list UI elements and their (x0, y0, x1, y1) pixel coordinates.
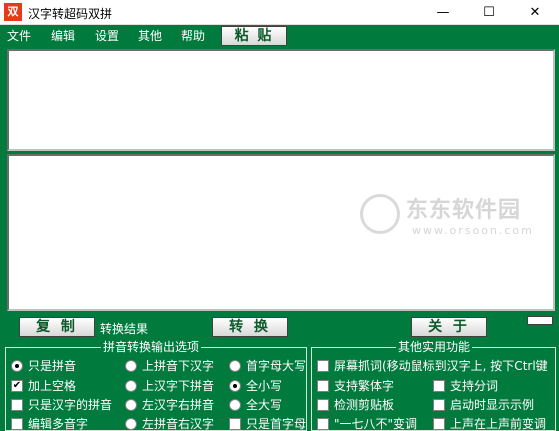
convert-button[interactable]: 转 换 (212, 317, 288, 337)
radio-icon[interactable] (229, 399, 241, 411)
checkbox-icon[interactable] (317, 399, 329, 411)
radio-icon[interactable] (229, 380, 241, 392)
watermark-text: 东东软件园 (406, 198, 522, 223)
input-textarea[interactable] (7, 49, 555, 151)
about-button[interactable]: 关 于 (411, 317, 487, 337)
result-label: 转换结果 (100, 322, 149, 336)
output-options-group: 拼音转换输出选项 只是拼音 ✔ 加上空格 只是汉字的拼音 编辑多音字 上拼音下汉… (5, 340, 307, 431)
radio-icon[interactable] (11, 360, 23, 372)
radio-icon[interactable] (229, 360, 241, 372)
resize-handle[interactable] (527, 316, 553, 325)
checkbox-icon[interactable] (317, 380, 329, 392)
checkbox-icon[interactable] (11, 399, 23, 411)
checkbox-icon[interactable] (317, 418, 329, 430)
maximize-button[interactable]: ☐ (466, 0, 512, 25)
main-panel: 文件 编辑 设置 其他 帮助 粘 贴 东东软件园 www.orsoon.com … (0, 25, 559, 431)
checkbox-icon[interactable] (317, 360, 329, 372)
utility-group: 其他实用功能 屏幕抓词(移动鼠标到汉字上, 按下Ctrl键 支持繁体字 支持分词… (311, 340, 556, 431)
watermark: 东东软件园 www.orsoon.com (360, 190, 550, 260)
checkbox-icon[interactable] (433, 399, 445, 411)
radio-icon[interactable] (125, 418, 137, 430)
option-screen-capture[interactable]: 屏幕抓词(移动鼠标到汉字上, 按下Ctrl键 (317, 358, 555, 374)
checkbox-icon[interactable] (11, 418, 23, 430)
minimize-button[interactable]: — (420, 0, 466, 25)
radio-icon[interactable] (125, 360, 137, 372)
utility-legend: 其他实用功能 (396, 340, 473, 354)
checkbox-icon[interactable] (433, 380, 445, 392)
menu-settings[interactable]: 设置 (95, 27, 119, 44)
title-bar: 双 汉字转超码双拼 — ☐ ✕ (0, 0, 559, 25)
menu-help[interactable]: 帮助 (181, 27, 205, 44)
radio-icon[interactable] (125, 380, 137, 392)
checkbox-icon[interactable] (433, 418, 445, 430)
watermark-url: www.orsoon.com (412, 224, 534, 237)
copy-button[interactable]: 复 制 (19, 317, 95, 337)
checkbox-icon[interactable] (229, 418, 241, 430)
menu-bar: 文件 编辑 设置 其他 帮助 粘 贴 (0, 25, 559, 46)
menu-other[interactable]: 其他 (138, 27, 162, 44)
watermark-logo-icon (360, 194, 400, 234)
menu-edit[interactable]: 编辑 (51, 27, 75, 44)
paste-button[interactable]: 粘 贴 (221, 26, 287, 46)
menu-file[interactable]: 文件 (7, 27, 31, 44)
window-title: 汉字转超码双拼 (28, 7, 113, 21)
app-icon: 双 (4, 3, 22, 21)
close-button[interactable]: ✕ (512, 0, 558, 25)
radio-icon[interactable] (125, 399, 137, 411)
output-options-legend: 拼音转换输出选项 (101, 340, 202, 354)
checkbox-checked-icon[interactable]: ✔ (11, 380, 23, 392)
